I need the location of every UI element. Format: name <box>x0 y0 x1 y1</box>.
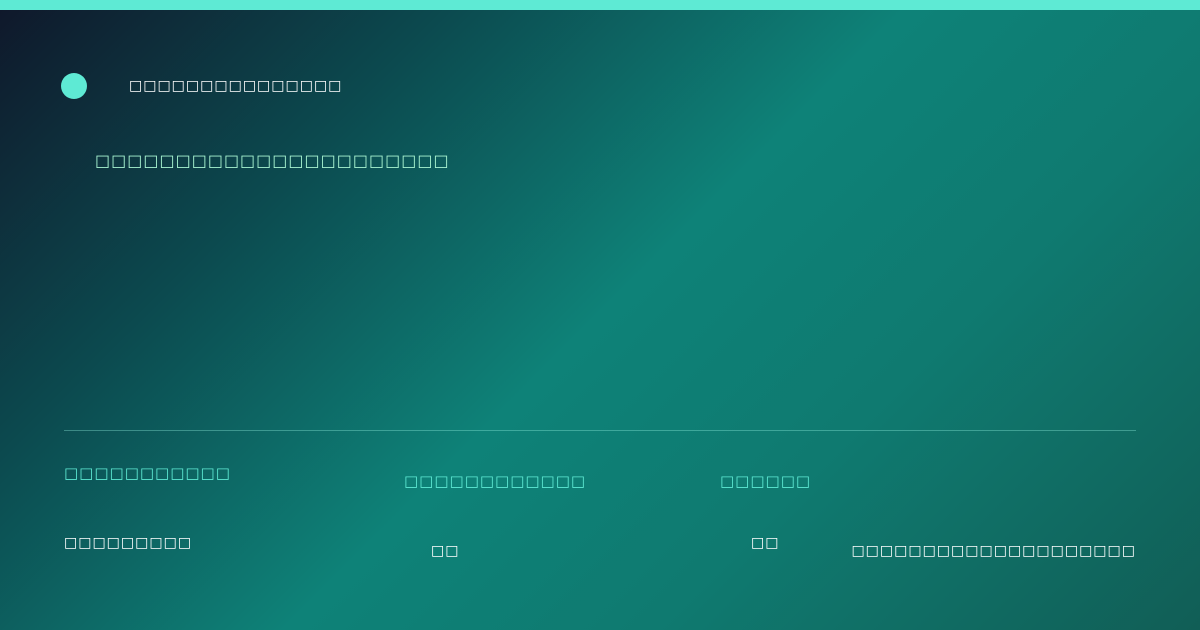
brand-label: □□□□□□□□□□□□□□□ <box>129 78 343 94</box>
divider <box>64 430 1136 431</box>
brand-dot-icon <box>61 73 87 99</box>
headline: □□□□□□□□□□□□□□□□□□□□□□ <box>95 151 450 170</box>
stat-value-2: □□ <box>431 543 460 559</box>
top-accent-bar <box>0 0 1200 10</box>
stat-value-3: □□ <box>751 535 780 551</box>
stat-label-1: □□□□□□□□□□□ <box>64 464 231 482</box>
stat-label-2: □□□□□□□□□□□□ <box>404 472 587 490</box>
footer-text: □□□□□□□□□□□□□□□□□□□□ <box>851 543 1136 559</box>
stat-value-1: □□□□□□□□□ <box>64 535 193 551</box>
stat-label-3: □□□□□□ <box>720 472 812 490</box>
